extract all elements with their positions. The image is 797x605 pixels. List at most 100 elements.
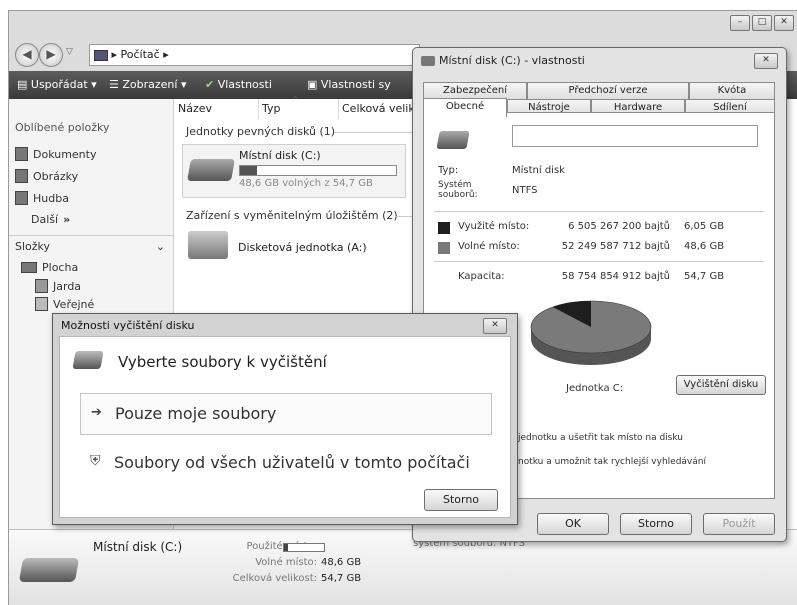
column-total-size[interactable]: Celková velik [338,99,422,119]
folder-icon [35,297,48,311]
sort-up-icon: ^ [292,95,299,104]
divider [434,261,764,262]
minimize-button[interactable]: – [730,15,750,31]
nav-item-label: Obrázky [33,169,79,183]
option-all-users-label: Soubory od všech uživatelů v tomto počít… [114,453,470,472]
address-box[interactable]: ▸ Počítač ▸ [89,44,420,66]
option-my-files-label: Pouze moje soubory [115,404,277,423]
shield-icon: ⛨ [90,453,101,469]
details-total-label: Celková velikost: [232,573,317,584]
option-my-files[interactable]: ➔ Pouze moje soubory [80,393,492,435]
details-free-value: 48,6 GB [321,557,362,568]
free-space-label: Volné místo: [458,241,520,252]
desktop-icon [21,262,37,273]
tab-general[interactable]: Obecné [423,98,507,117]
drive-title-icon [421,56,435,66]
cleanup-heading: Vyberte soubory k vyčištění [118,353,327,371]
compress-option-text[interactable]: jednotku a ušetřit tak místo na disku [518,433,683,443]
capacity-gb: 54,7 GB [684,271,725,282]
capacity-bytes: 58 754 854 912 bajtů [561,271,670,282]
maximize-button[interactable]: □ [752,15,772,31]
drive-c-usage-bar [239,165,397,176]
views-icon: ☰ [109,78,123,91]
details-free-label: Volné místo: [255,557,317,568]
more-label: Další [31,213,59,226]
views-button[interactable]: ☰ Zobrazení ▾ [109,71,186,99]
drive-c-tile[interactable]: Místní disk (C:) 48,6 GB volných z 54,7 … [182,144,406,198]
music-icon [15,191,28,205]
close-button[interactable]: ✕ [754,53,778,69]
properties-title: Místní disk (C:) - vlastnosti [439,54,585,67]
folder-label: Jarda [53,279,82,293]
system-properties-button[interactable]: ▣ Vlastnosti sy [307,71,391,99]
properties-label: Vlastnosti [217,78,272,91]
folder-desktop[interactable]: Plocha [21,261,78,274]
details-usage-fill [284,544,289,551]
organize-label: Uspořádat [30,78,88,91]
cleanup-options-dialog: Možnosti vyčištění disku ✕ Vyberte soubo… [52,313,518,525]
organize-icon: ▤ [17,78,31,91]
nav-item-documents[interactable]: Dokumenty [15,147,96,161]
forward-button[interactable]: ▶ [39,43,63,67]
type-value: Místní disk [512,165,565,176]
type-label: Typ: [438,165,459,176]
folder-label: Plocha [42,261,79,274]
tab-quota[interactable]: Kvóta [689,82,775,100]
folder-label: Veřejné [53,297,95,311]
used-space-gb: 6,05 GB [684,221,725,232]
free-space-gb: 48,6 GB [684,241,725,252]
ok-button[interactable]: OK [537,513,609,535]
back-button[interactable]: ◀ [15,43,39,67]
organize-button[interactable]: ▤ Uspořádat ▾ [17,71,97,99]
user-folder-icon [35,279,48,293]
drive-letter-label: Jednotka C: [566,383,624,394]
close-button[interactable]: ✕ [774,15,794,31]
cancel-button[interactable]: Storno [424,489,498,511]
drive-c-free-text: 48,6 GB volných z 54,7 GB [239,178,373,189]
drive-c-usage-fill [240,166,258,175]
hard-disk-icon [187,159,235,181]
apply-button[interactable]: Použít [703,513,775,535]
hard-disk-icon [436,131,470,149]
breadcrumb-separator: ▸ [111,48,121,61]
arrow-right-icon: ➔ [91,405,102,420]
tab-previous-versions[interactable]: Předchozí verze [527,82,689,100]
pictures-icon [15,169,28,183]
drive-a-name: Disketová jednotka (A:) [238,241,367,254]
disk-cleanup-icon [72,351,104,369]
drive-c-name: Místní disk (C:) [239,149,321,162]
system-icon: ▣ [307,78,321,91]
drive-a-tile[interactable]: Disketová jednotka (A:) [182,229,404,269]
cleanup-body: Vyberte soubory k vyčištění ➔ Pouze moje… [59,336,511,518]
folder-public[interactable]: Veřejné [35,297,94,311]
filesystem-value: NTFS [512,185,538,196]
option-all-users[interactable]: ⛨ Soubory od všech uživatelů v tomto poč… [80,443,490,483]
more-link[interactable]: Další » [31,213,70,226]
documents-icon [15,147,28,161]
nav-item-music[interactable]: Hudba [15,191,69,205]
group-divider [334,132,418,133]
cleanup-title: Možnosti vyčištění disku [61,319,195,332]
column-name[interactable]: Název [174,99,259,119]
nav-item-label: Dokumenty [33,147,97,161]
drive-label-input[interactable] [512,125,758,147]
used-space-swatch [438,222,450,234]
group-header-hdd[interactable]: Jednotky pevných disků (1) [186,125,335,138]
breadcrumb-computer[interactable]: Počítač [121,48,160,61]
disk-cleanup-button[interactable]: Vyčištění disku [676,375,766,395]
close-button[interactable]: ✕ [483,318,507,334]
double-chevron-icon: » [63,213,71,226]
history-dropdown-icon[interactable]: ▽ [66,47,73,57]
group-header-removable[interactable]: Zařízení s vyměnitelným úložištěm (2) [186,209,398,222]
filesystem-label: Systém souborů: [438,180,478,200]
folder-jarda[interactable]: Jarda [35,279,81,293]
properties-button[interactable]: ✔ Vlastnosti [205,71,272,99]
cancel-button[interactable]: Storno [620,513,692,535]
folders-header[interactable]: Složky ⌄ [15,240,165,253]
free-space-swatch [438,242,450,254]
nav-item-pictures[interactable]: Obrázky [15,169,78,183]
index-option-text[interactable]: notku a umožnit tak rychlejší vyhledáván… [518,457,706,467]
computer-icon [94,49,108,61]
views-label: Zobrazení [122,78,178,91]
folders-label: Složky [15,240,51,253]
